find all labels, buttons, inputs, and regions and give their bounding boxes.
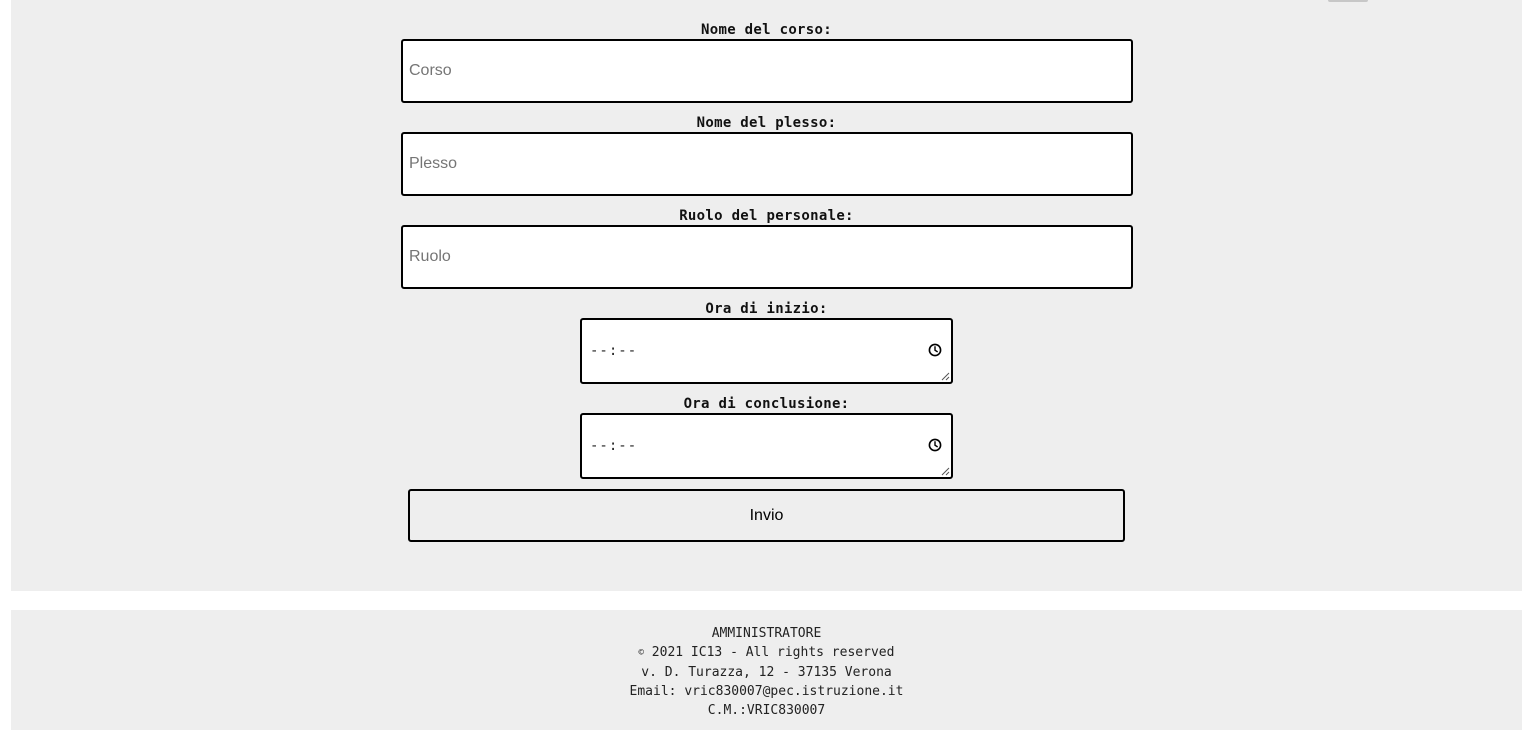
start-time-value: --:-- — [590, 343, 638, 359]
role-label: Ruolo del personale: — [679, 208, 854, 224]
end-time-input[interactable]: --:-- — [580, 413, 953, 479]
course-label: Nome del corso: — [701, 22, 832, 38]
footer-copyright: 2021 IC13 - All rights reserved — [651, 645, 895, 660]
footer-address: v. D. Turazza, 12 - 37135 Verona — [641, 665, 892, 680]
resize-grip-icon[interactable] — [940, 466, 950, 476]
footer-copyright-line: © 2021 IC13 - All rights reserved — [11, 643, 1522, 663]
start-time-input[interactable]: --:-- — [580, 318, 953, 384]
clock-icon[interactable] — [928, 438, 942, 452]
clock-icon[interactable] — [928, 343, 942, 357]
footer-email: Email: vric830007@pec.istruzione.it — [629, 684, 904, 699]
end-time-label: Ora di conclusione: — [683, 396, 850, 412]
resize-grip-icon[interactable] — [940, 371, 950, 381]
end-time-value: --:-- — [590, 438, 638, 454]
copyright-symbol: © — [638, 648, 644, 658]
site-label: Nome del plesso: — [696, 115, 837, 131]
top-tab-edge — [1328, 0, 1368, 2]
footer: AMMINISTRATORE © 2021 IC13 - All rights … — [11, 610, 1522, 730]
role-input[interactable] — [401, 225, 1133, 289]
footer-info: AMMINISTRATORE © 2021 IC13 - All rights … — [11, 624, 1522, 720]
footer-code: C.M.:VRIC830007 — [707, 703, 826, 718]
footer-role: AMMINISTRATORE — [711, 626, 822, 641]
site-input[interactable] — [401, 132, 1133, 196]
start-time-label: Ora di inizio: — [705, 301, 828, 317]
course-input[interactable] — [401, 39, 1133, 103]
submit-button[interactable]: Invio — [408, 489, 1125, 542]
